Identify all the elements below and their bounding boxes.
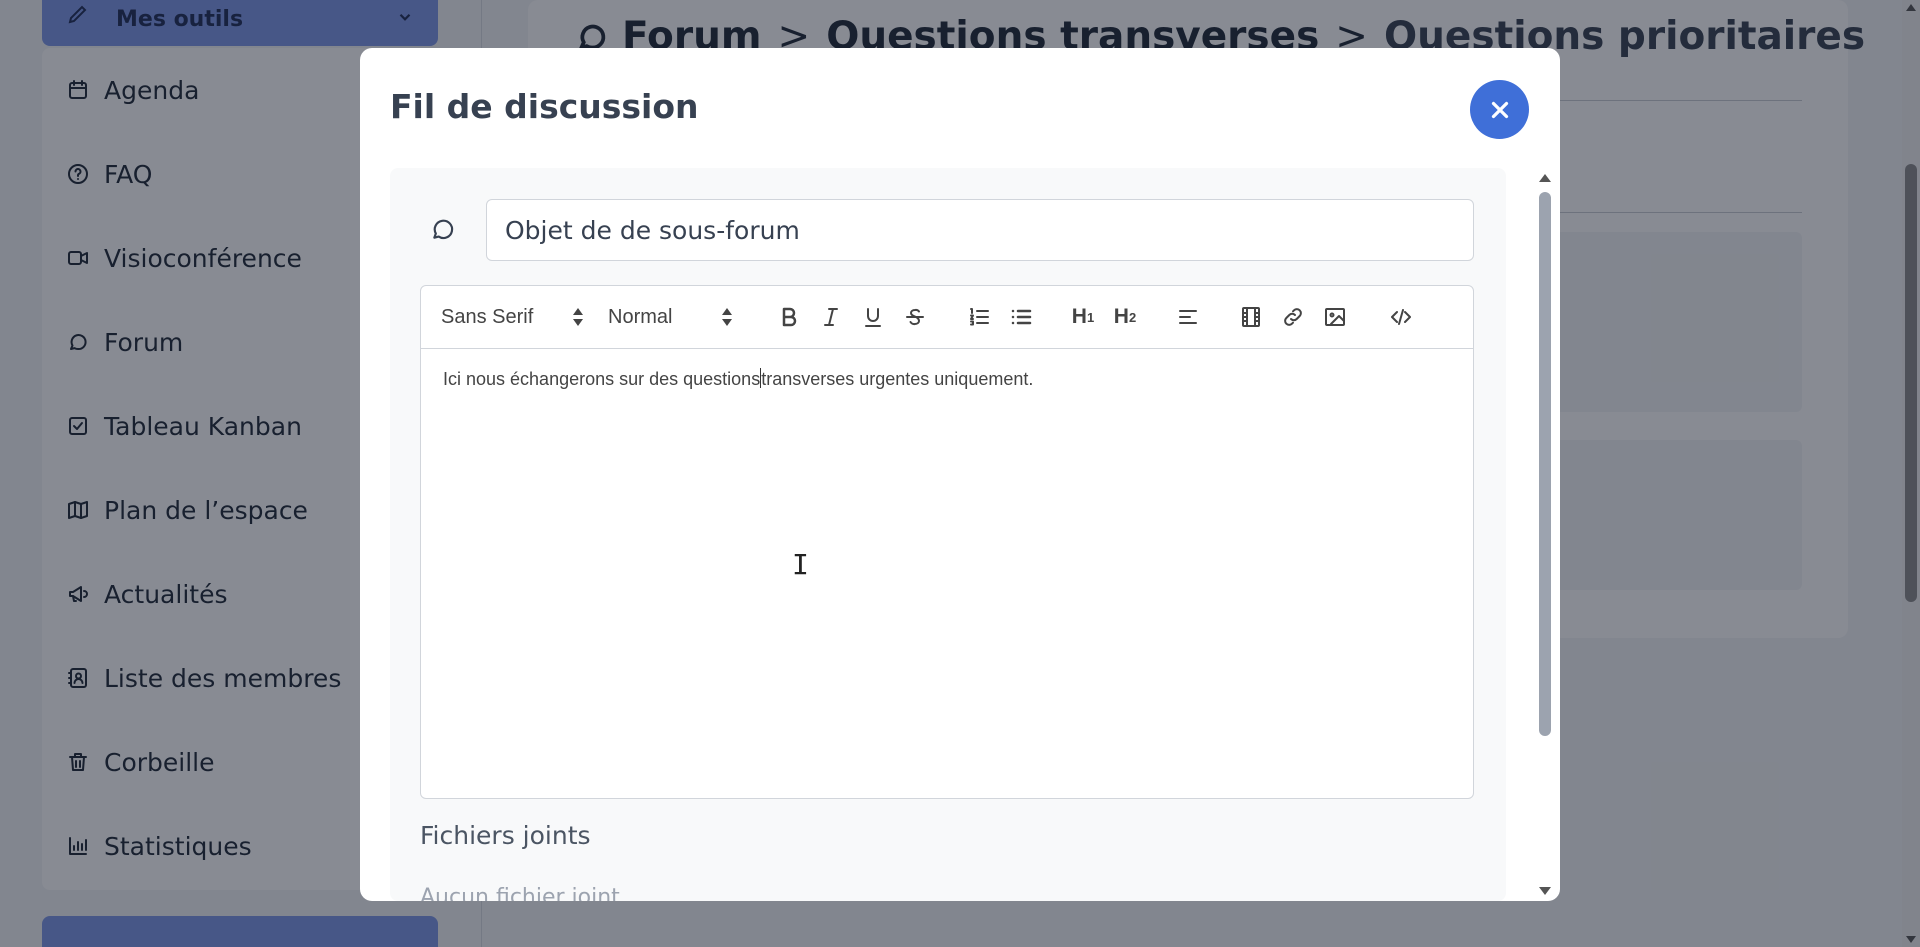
select-arrows-icon [573, 308, 583, 326]
align-button[interactable] [1173, 302, 1203, 332]
link-icon [1284, 308, 1302, 326]
align-left-icon [1179, 310, 1197, 324]
font-size-select[interactable]: Normal [608, 302, 732, 332]
modal-title: Fil de discussion [390, 87, 699, 126]
code-icon [1391, 309, 1411, 325]
italic-icon [824, 308, 838, 326]
image-button[interactable] [1320, 302, 1350, 332]
video-button[interactable] [1236, 302, 1266, 332]
font-size-value: Normal [608, 305, 673, 328]
heading1-button[interactable]: H1 [1067, 302, 1099, 332]
film-icon [1242, 307, 1260, 327]
rich-text-editor: Sans Serif Normal H 1 H 2 Ici nous échan… [420, 285, 1474, 799]
heading2-button[interactable]: H2 [1109, 302, 1141, 332]
scrollbar-thumb[interactable] [1539, 192, 1551, 736]
modal-scrollbar[interactable] [1536, 168, 1554, 901]
discussion-modal: Fil de discussion Sans Serif Normal [360, 48, 1560, 901]
modal-body: Sans Serif Normal [390, 168, 1506, 901]
bullet-list-icon [1011, 309, 1032, 325]
heading2-subscript: 2 [1128, 309, 1137, 325]
subject-input[interactable] [486, 199, 1474, 261]
editor-content[interactable]: Ici nous échangerons sur des questionstr… [443, 368, 1033, 390]
ordered-list-icon [970, 308, 989, 326]
editor-text-after-caret: transverses urgentes uniquement. [761, 369, 1034, 389]
attachments-title: Fichiers joints [420, 821, 591, 850]
strikethrough-button[interactable] [900, 302, 930, 332]
heading1-label: H [1071, 305, 1087, 328]
editor-text-before-caret: Ici nous échangerons sur des questions [443, 369, 761, 389]
close-button[interactable] [1470, 80, 1529, 139]
italic-button[interactable] [816, 302, 846, 332]
underline-icon [865, 308, 881, 327]
scroll-up-arrow-icon[interactable] [1539, 174, 1551, 182]
link-button[interactable] [1278, 302, 1308, 332]
heading1-subscript: 1 [1086, 309, 1095, 325]
strikethrough-icon [906, 308, 924, 326]
bold-icon [782, 307, 797, 327]
message-circle-icon [430, 216, 456, 242]
select-arrows-icon [722, 308, 732, 326]
font-family-select[interactable]: Sans Serif [441, 302, 583, 332]
editor-toolbar: Sans Serif Normal H 1 H 2 [421, 286, 1473, 349]
bold-button[interactable] [774, 302, 804, 332]
font-family-value: Sans Serif [441, 305, 534, 328]
scroll-down-arrow-icon[interactable] [1539, 887, 1551, 895]
underline-button[interactable] [858, 302, 888, 332]
text-cursor-icon: I [792, 548, 809, 581]
ordered-list-button[interactable] [964, 302, 994, 332]
bullet-list-button[interactable] [1006, 302, 1036, 332]
close-icon [1491, 101, 1508, 118]
code-block-button[interactable] [1384, 302, 1418, 332]
heading2-label: H [1113, 305, 1129, 328]
image-icon [1325, 308, 1345, 326]
attachments-empty-text: Aucun fichier joint [420, 885, 620, 901]
